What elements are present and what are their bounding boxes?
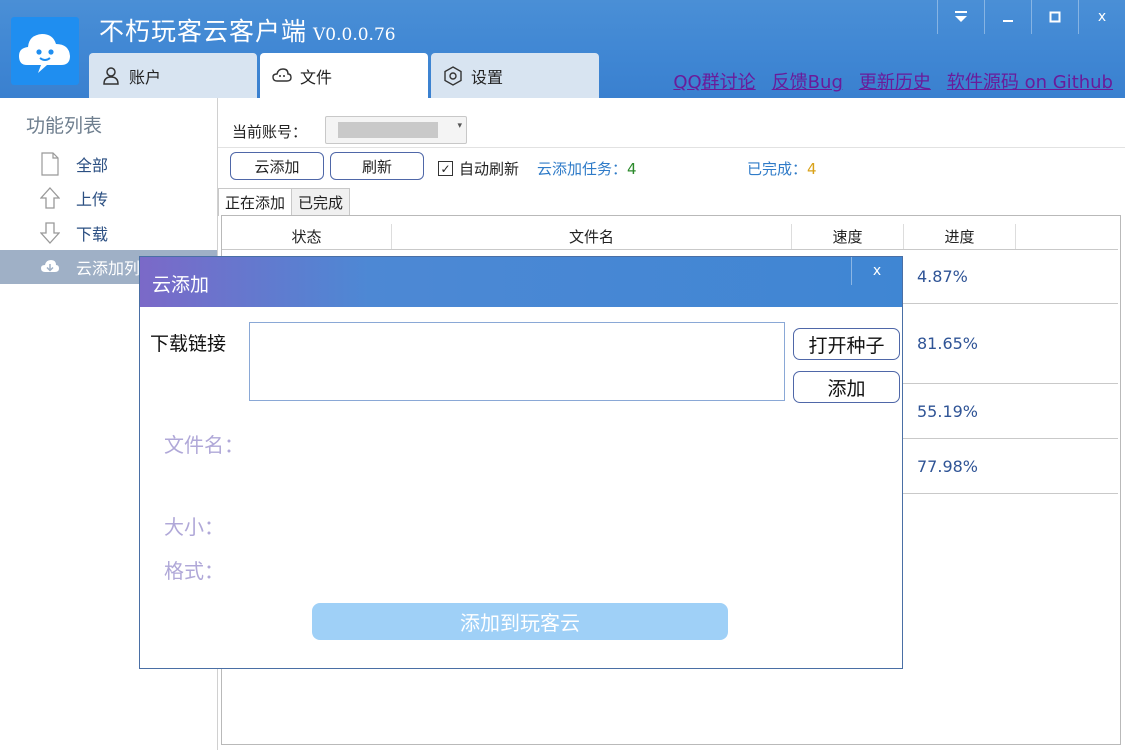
sidebar-item-upload[interactable]: 上传 bbox=[0, 181, 217, 215]
maximize-button[interactable] bbox=[1031, 0, 1078, 34]
task-count-value: 4 bbox=[627, 160, 637, 178]
sidebar-item-download[interactable]: 下载 bbox=[0, 216, 217, 250]
app-version: V0.0.0.76 bbox=[313, 25, 396, 45]
table-row-progress: 55.19% bbox=[917, 402, 979, 421]
tab-settings-label: 设置 bbox=[471, 67, 504, 87]
sidebar-item-label: 上传 bbox=[76, 190, 109, 209]
add-to-wankeyun-button[interactable]: 添加到玩客云 bbox=[312, 603, 728, 640]
dialog-title: 云添加 bbox=[152, 274, 210, 296]
cloud-add-button[interactable]: 云添加 bbox=[230, 152, 324, 180]
column-speed[interactable]: 速度 bbox=[792, 224, 904, 249]
done-count-label: 已完成： bbox=[747, 160, 808, 178]
cloud-download-icon bbox=[38, 255, 62, 279]
chevron-down-icon: ▾ bbox=[457, 121, 462, 131]
minimize-button[interactable] bbox=[984, 0, 1031, 34]
header-links: QQ群讨论 反馈Bug 更新历史 软件源码 on Github bbox=[673, 68, 1113, 94]
update-history-link[interactable]: 更新历史 bbox=[859, 68, 931, 94]
tab-files-label: 文件 bbox=[300, 67, 333, 87]
task-count-text: 云添加任务：4 bbox=[537, 158, 637, 179]
open-torrent-button[interactable]: 打开种子 bbox=[793, 328, 900, 360]
main-tabs: 账户 文件 设置 bbox=[89, 53, 599, 98]
title-bar: 不朽玩客云客户端 V0.0.0.76 x 账户 文件 设置 QQ群讨论 反馈Bug… bbox=[0, 0, 1125, 98]
done-count-text: 已完成：4 bbox=[747, 158, 817, 179]
table-row-progress: 4.87% bbox=[917, 267, 968, 286]
app-logo bbox=[11, 17, 79, 85]
file-icon bbox=[38, 152, 62, 176]
cloud-logo-icon bbox=[19, 34, 70, 73]
tab-settings[interactable]: 设置 bbox=[431, 53, 599, 98]
auto-refresh-toggle[interactable]: ✓ 自动刷新 bbox=[438, 158, 519, 179]
row-divider bbox=[222, 249, 1118, 250]
menu-dropdown-button[interactable] bbox=[937, 0, 984, 34]
account-value-redacted bbox=[338, 122, 438, 138]
table-header: 状态 文件名 速度 进度 bbox=[222, 224, 1016, 249]
refresh-button[interactable]: 刷新 bbox=[330, 152, 424, 180]
sidebar-item-label: 全部 bbox=[76, 156, 109, 175]
size-label: 大小： bbox=[164, 515, 224, 539]
download-link-input[interactable] bbox=[249, 322, 785, 401]
current-account-label: 当前账号： bbox=[232, 123, 308, 141]
dropdown-icon bbox=[955, 11, 967, 22]
dialog-title-bar: 云添加 x bbox=[140, 257, 902, 307]
feedback-bug-link[interactable]: 反馈Bug bbox=[772, 68, 843, 94]
column-filename[interactable]: 文件名 bbox=[392, 224, 792, 249]
toolbar-divider bbox=[218, 147, 1125, 148]
auto-refresh-label: 自动刷新 bbox=[459, 160, 520, 178]
tab-account-label: 账户 bbox=[129, 67, 162, 87]
gear-icon bbox=[444, 65, 462, 86]
app-title-text: 不朽玩客云客户端 bbox=[99, 17, 308, 46]
account-select[interactable]: ▾ bbox=[325, 116, 467, 144]
format-label: 格式： bbox=[164, 559, 224, 583]
subtab-completed[interactable]: 已完成 bbox=[291, 188, 351, 216]
github-source-link[interactable]: 软件源码 on Github bbox=[947, 68, 1113, 94]
sidebar-title: 功能列表 bbox=[26, 115, 103, 137]
tab-account[interactable]: 账户 bbox=[89, 53, 257, 98]
auto-refresh-checkbox[interactable]: ✓ bbox=[438, 161, 453, 176]
download-link-label: 下载链接 bbox=[150, 333, 227, 355]
sidebar-item-label: 下载 bbox=[76, 225, 109, 244]
table-row-progress: 77.98% bbox=[917, 457, 979, 476]
dialog-close-button[interactable]: x bbox=[851, 257, 902, 285]
upload-arrow-icon bbox=[38, 186, 62, 210]
add-link-button[interactable]: 添加 bbox=[793, 371, 900, 403]
close-button[interactable]: x bbox=[1078, 0, 1125, 34]
subtab-adding[interactable]: 正在添加 bbox=[218, 188, 293, 216]
filename-label: 文件名： bbox=[164, 433, 244, 457]
table-row-progress: 81.65% bbox=[917, 334, 979, 353]
column-progress[interactable]: 进度 bbox=[904, 224, 1016, 249]
column-status[interactable]: 状态 bbox=[222, 224, 392, 249]
user-icon bbox=[103, 66, 119, 85]
cloud-icon bbox=[272, 67, 292, 82]
tab-files[interactable]: 文件 bbox=[260, 53, 428, 98]
task-subtabs: 正在添加 已完成 bbox=[218, 188, 351, 216]
maximize-icon bbox=[1049, 11, 1061, 23]
minimize-icon bbox=[1003, 20, 1013, 22]
cloud-add-dialog: 云添加 x 下载链接 打开种子 添加 文件名： 大小： 格式： 添加到玩客云 bbox=[139, 256, 903, 669]
qq-group-link[interactable]: QQ群讨论 bbox=[673, 68, 755, 94]
task-count-label: 云添加任务： bbox=[537, 160, 628, 178]
done-count-value: 4 bbox=[807, 160, 817, 178]
sidebar-item-all[interactable]: 全部 bbox=[0, 147, 217, 181]
download-arrow-icon bbox=[38, 221, 62, 245]
app-title: 不朽玩客云客户端 V0.0.0.76 bbox=[99, 12, 396, 48]
window-controls: x bbox=[937, 0, 1125, 34]
